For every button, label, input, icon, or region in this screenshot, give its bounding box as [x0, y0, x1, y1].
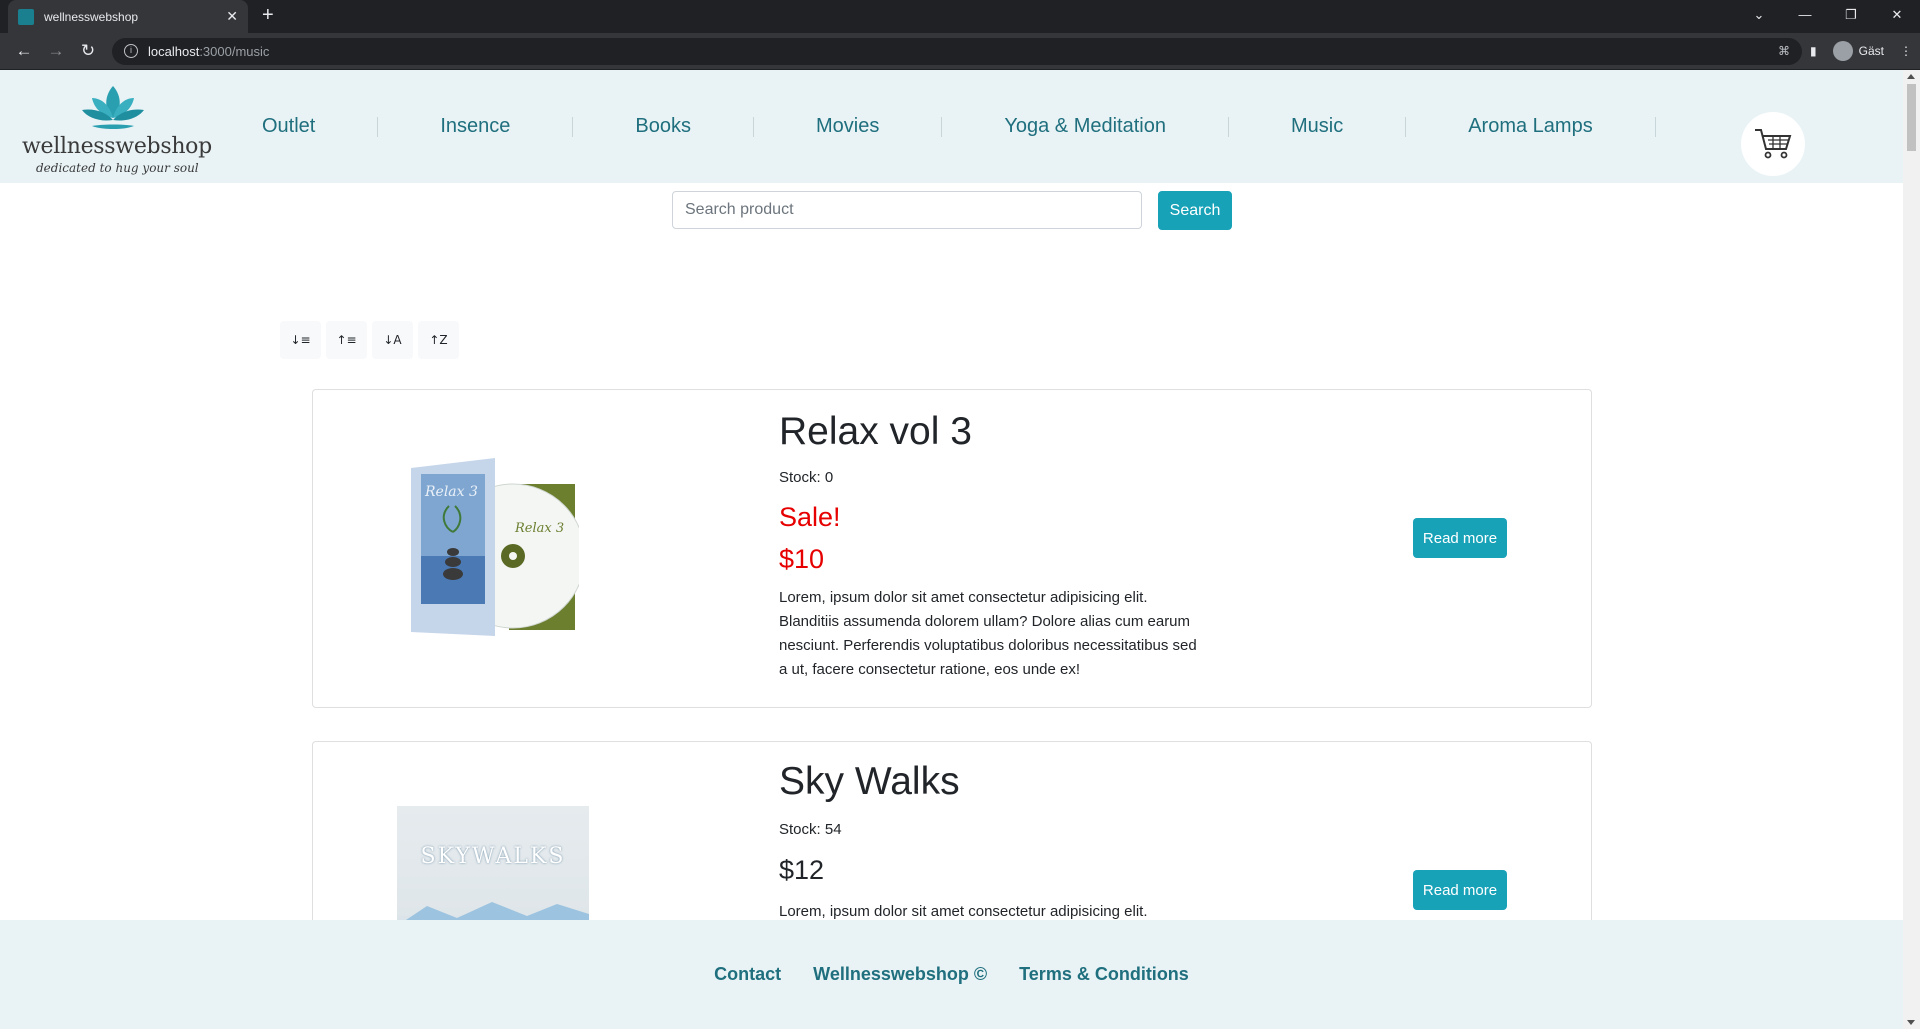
- sale-badge: Sale!: [779, 502, 841, 532]
- product-title[interactable]: Relax vol 3: [779, 410, 972, 454]
- nav-divider: [1405, 116, 1407, 137]
- reload-icon[interactable]: ↻: [72, 41, 104, 61]
- sort-alpha-asc-icon[interactable]: ↓A: [372, 321, 413, 359]
- side-panel-icon[interactable]: ▮: [1810, 44, 1817, 58]
- stock-text: Stock: 54: [779, 821, 842, 838]
- close-tab-icon[interactable]: ✕: [226, 8, 238, 25]
- profile-label: Gäst: [1858, 44, 1884, 58]
- nav-music[interactable]: Music: [1291, 115, 1343, 138]
- favicon-icon: [18, 8, 34, 25]
- page-viewport: wellnesswebshop dedicated to hug your so…: [0, 70, 1903, 1029]
- sort-toolbar: ↓≡ ↑≡ ↓A ↑Z: [280, 321, 459, 359]
- stock-text: Stock: 0: [779, 469, 834, 486]
- nav-divider: [941, 116, 943, 137]
- svg-text:Relax 3: Relax 3: [424, 484, 478, 500]
- site-info-icon[interactable]: i: [124, 44, 138, 58]
- footer-contact-link[interactable]: Contact: [714, 964, 781, 985]
- sort-asc-icon[interactable]: ↑≡: [326, 321, 367, 359]
- back-icon[interactable]: ←: [8, 41, 40, 61]
- nav-divider: [1227, 116, 1229, 137]
- sort-desc-icon[interactable]: ↓≡: [280, 321, 321, 359]
- site-header: wellnesswebshop dedicated to hug your so…: [0, 70, 1903, 183]
- product-description: Lorem, ipsum dolor sit amet consectetur …: [779, 589, 1197, 678]
- minimize-icon[interactable]: —: [1782, 0, 1828, 33]
- search-button[interactable]: Search: [1158, 191, 1232, 230]
- profile-button[interactable]: Gäst: [1826, 41, 1890, 61]
- sort-alpha-desc-icon[interactable]: ↑Z: [418, 321, 459, 359]
- window-controls: ⌄ — ❐ ✕: [1736, 0, 1920, 33]
- new-tab-icon[interactable]: +: [262, 4, 274, 27]
- footer-brand-link[interactable]: Wellnesswebshop ©: [813, 964, 987, 985]
- nav-books[interactable]: Books: [635, 115, 691, 138]
- nav-yoga-meditation[interactable]: Yoga & Meditation: [1004, 115, 1166, 138]
- read-more-button[interactable]: Read more: [1413, 518, 1507, 558]
- address-bar: ← → ↻ i localhost :3000/music ⌘ ▮ Gäst ⋮: [0, 33, 1920, 70]
- browser-tab-strip: wellnesswebshop ✕ + ⌄ — ❐ ✕: [0, 0, 1920, 33]
- cover-title: SKYWALKS: [420, 844, 566, 869]
- nav-divider: [377, 116, 379, 137]
- logo-name: wellnesswebshop: [22, 134, 212, 159]
- lotus-logo-icon: [82, 86, 144, 129]
- page-scrollbar[interactable]: [1903, 70, 1920, 1029]
- main-nav: Outlet Insence Books Movies Yoga & Medit…: [262, 70, 1656, 183]
- nav-divider: [753, 116, 755, 137]
- product-card: Relax 3 Relax 3 Relax vol 3 Stock: 0 Sal…: [312, 389, 1592, 708]
- url-path: :3000/music: [199, 43, 270, 59]
- nav-divider: [1654, 116, 1656, 137]
- product-price: $12: [779, 855, 825, 885]
- avatar: [1832, 41, 1853, 61]
- read-more-button[interactable]: Read more: [1413, 870, 1507, 910]
- cart-button[interactable]: [1741, 112, 1805, 176]
- search-bar: Search: [672, 191, 1232, 230]
- nav-aroma-lamps[interactable]: Aroma Lamps: [1468, 115, 1593, 138]
- browser-tab[interactable]: wellnesswebshop ✕: [8, 0, 248, 33]
- tab-search-icon[interactable]: ⌄: [1736, 0, 1782, 33]
- translate-icon[interactable]: ⌘: [1778, 44, 1790, 58]
- restore-icon[interactable]: ❐: [1828, 0, 1874, 33]
- nav-insence[interactable]: Insence: [440, 115, 510, 138]
- product-title[interactable]: Sky Walks: [779, 760, 960, 804]
- product-image-relax-vol-3: Relax 3 Relax 3: [411, 458, 579, 636]
- scroll-up-icon[interactable]: [1907, 74, 1915, 79]
- footer-terms-link[interactable]: Terms & Conditions: [1019, 964, 1189, 985]
- scroll-thumb[interactable]: [1907, 84, 1916, 151]
- forward-icon[interactable]: →: [40, 41, 72, 61]
- menu-icon[interactable]: ⋮: [1900, 44, 1912, 58]
- url-field[interactable]: i localhost :3000/music ⌘: [112, 37, 1803, 65]
- site-footer: Contact Wellnesswebshop © Terms & Condit…: [0, 920, 1903, 1029]
- url-host: localhost: [148, 43, 200, 59]
- scroll-down-icon[interactable]: [1907, 1020, 1915, 1025]
- nav-divider: [572, 116, 574, 137]
- logo-tagline: dedicated to hug your soul: [36, 161, 199, 175]
- search-input[interactable]: [672, 191, 1142, 229]
- close-window-icon[interactable]: ✕: [1874, 0, 1920, 33]
- nav-outlet[interactable]: Outlet: [262, 115, 315, 138]
- product-price: $10: [779, 544, 825, 574]
- svg-text:Relax 3: Relax 3: [514, 521, 564, 536]
- tab-title: wellnesswebshop: [44, 9, 139, 24]
- nav-movies[interactable]: Movies: [816, 115, 879, 138]
- shopping-cart-icon: [1755, 129, 1792, 159]
